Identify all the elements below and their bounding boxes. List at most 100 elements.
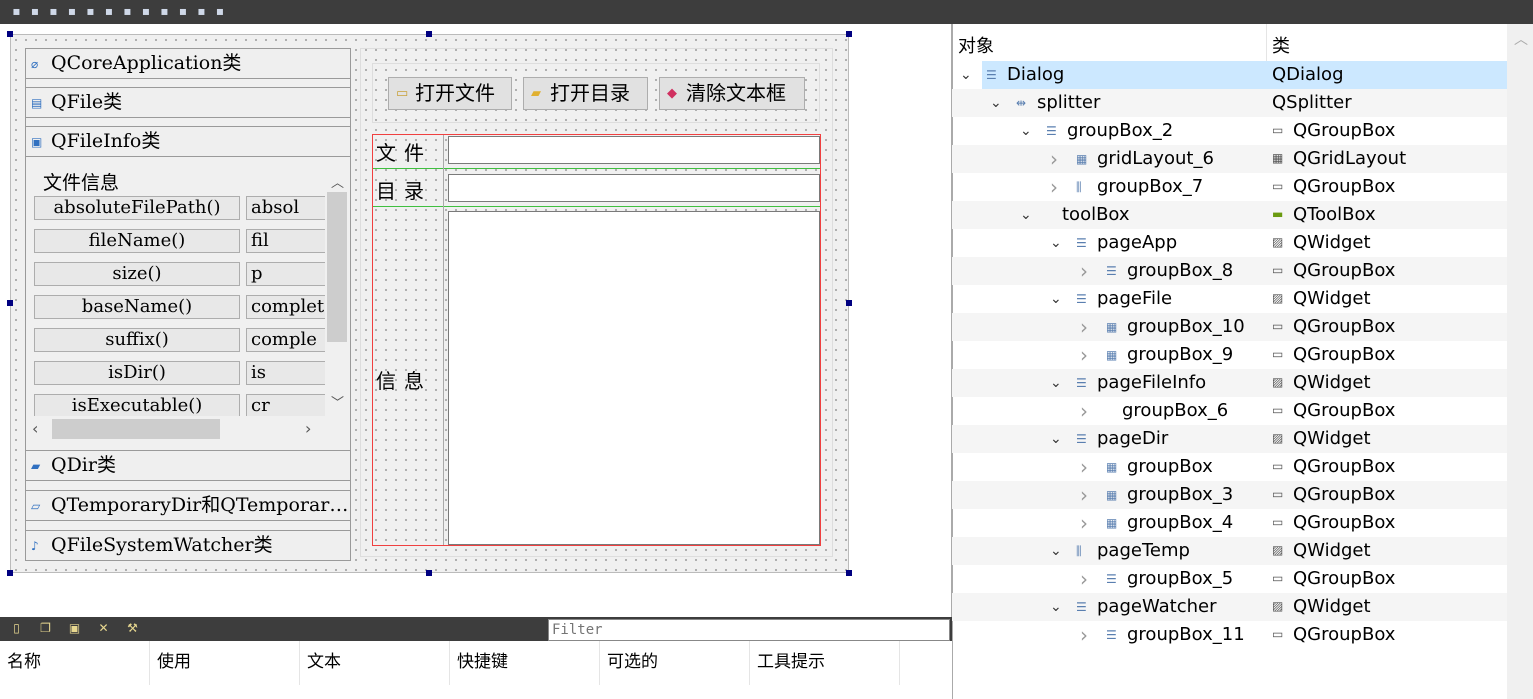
tree-item-groupBox_4[interactable]: › ▦ groupBox_4 ▭ QGroupBox — [952, 509, 1507, 537]
toolbox-page-tab[interactable]: ▤ QFile类 — [25, 87, 351, 118]
action-column-header[interactable]: 名称 — [0, 641, 150, 685]
tree-item-groupBox_2[interactable]: ⌄ ☰ groupBox_2 ▭ QGroupBox — [952, 117, 1507, 145]
tree-item-groupBox_6[interactable]: › groupBox_6 ▭ QGroupBox — [952, 397, 1507, 425]
scroll-thumb[interactable] — [52, 419, 220, 439]
file-info-function-button[interactable]: isDir() — [34, 361, 240, 385]
chevron-down-icon[interactable]: ⌄ — [1050, 593, 1062, 621]
vertical-scrollbar[interactable]: ︿ ﹀ — [325, 170, 349, 415]
file-info-function-button[interactable]: fil — [246, 229, 325, 253]
header-class[interactable]: 类 — [1272, 32, 1290, 58]
chevron-right-icon[interactable]: › — [1080, 453, 1088, 481]
action-column-header[interactable]: 可选的 — [600, 641, 750, 685]
scroll-up-icon[interactable]: ︿ — [1514, 29, 1528, 49]
chevron-right-icon[interactable]: › — [1080, 621, 1088, 649]
file-info-function-button[interactable]: suffix() — [34, 328, 240, 352]
file-info-function-button[interactable]: is — [246, 361, 325, 385]
chevron-right-icon[interactable]: › — [1080, 257, 1088, 285]
toolbox-page-tab[interactable]: ♪ QFileSystemWatcher类 — [25, 530, 351, 561]
tree-item-pageDir[interactable]: ⌄ ☰ pageDir ▨ QWidget — [952, 425, 1507, 453]
resize-handle[interactable] — [426, 31, 432, 37]
toolbox-page-tab[interactable]: ▰ QDir类 — [25, 450, 351, 481]
open-file-button[interactable]: ▭ 打开文件 — [388, 77, 512, 110]
chevron-right-icon[interactable]: › — [1080, 509, 1088, 537]
file-info-function-button[interactable]: p — [246, 262, 325, 286]
chevron-down-icon[interactable]: ⌄ — [1050, 537, 1062, 565]
new-action-icon[interactable]: ▯ — [9, 621, 24, 636]
filter-input[interactable] — [548, 619, 950, 641]
chevron-down-icon[interactable]: ⌄ — [990, 89, 1002, 117]
file-info-function-button[interactable]: absol — [246, 196, 325, 220]
resize-handle[interactable] — [7, 31, 13, 37]
copy-action-icon[interactable]: ❐ — [38, 621, 53, 636]
delete-action-icon[interactable]: ✕ — [96, 621, 111, 636]
scroll-left-icon[interactable]: ‹ — [32, 419, 38, 438]
header-object[interactable]: 对象 — [958, 32, 994, 58]
adjust-size-icon[interactable]: ▪ — [213, 4, 228, 19]
file-info-function-button[interactable]: baseName() — [34, 295, 240, 319]
chevron-right-icon[interactable]: › — [1080, 565, 1088, 593]
file-info-function-button[interactable]: size() — [34, 262, 240, 286]
tree-item-groupBox_8[interactable]: › ☰ groupBox_8 ▭ QGroupBox — [952, 257, 1507, 285]
chevron-right-icon[interactable]: › — [1050, 145, 1058, 173]
chevron-right-icon[interactable]: › — [1080, 341, 1088, 369]
toolbox-page-tab[interactable]: ⌀ QCoreApplication类 — [25, 48, 351, 79]
tree-item-splitter[interactable]: ⌄ ⇹ splitter QSplitter — [952, 89, 1507, 117]
action-column-header[interactable]: 工具提示 — [750, 641, 900, 685]
break-layout-icon[interactable]: ▪ — [194, 4, 209, 19]
tree-item-groupBox_3[interactable]: › ▦ groupBox_3 ▭ QGroupBox — [952, 481, 1507, 509]
file-info-function-button[interactable]: fileName() — [34, 229, 240, 253]
layout-vertical-icon[interactable]: ▪ — [102, 4, 117, 19]
tree-item-groupBox[interactable]: › ▦ groupBox ▭ QGroupBox — [952, 453, 1507, 481]
layout-grid-icon[interactable]: ▪ — [176, 4, 191, 19]
chevron-down-icon[interactable]: ⌄ — [1020, 201, 1032, 229]
action-column-header[interactable]: 快捷键 — [450, 641, 600, 685]
edit-widgets-icon[interactable]: ▪ — [9, 4, 24, 19]
tree-item-toolBox[interactable]: ⌄ toolBox ▬ QToolBox — [952, 201, 1507, 229]
chevron-right-icon[interactable]: › — [1080, 481, 1088, 509]
edit-tab-order-icon[interactable]: ▪ — [65, 4, 80, 19]
info-textedit[interactable] — [448, 211, 820, 545]
file-info-function-button[interactable]: complet — [246, 295, 325, 319]
tree-item-groupBox_9[interactable]: › ▦ groupBox_9 ▭ QGroupBox — [952, 341, 1507, 369]
horizontal-scrollbar[interactable]: ‹ › — [28, 417, 325, 441]
resize-handle[interactable] — [426, 570, 432, 576]
paste-action-icon[interactable]: ▣ — [67, 621, 82, 636]
tree-item-gridLayout_6[interactable]: › ▦ gridLayout_6 ▦ QGridLayout — [952, 145, 1507, 173]
toolbox-page-tab[interactable]: ▣ QFileInfo类 — [25, 126, 351, 157]
resize-handle[interactable] — [7, 570, 13, 576]
edit-buddies-icon[interactable]: ▪ — [46, 4, 61, 19]
splitter-horizontal-icon[interactable]: ▪ — [120, 4, 135, 19]
inspector-scrollbar[interactable]: ︿ — [1507, 24, 1533, 699]
chevron-down-icon[interactable]: ⌄ — [1050, 229, 1062, 257]
tree-item-pageApp[interactable]: ⌄ ☰ pageApp ▨ QWidget — [952, 229, 1507, 257]
tree-item-pageTemp[interactable]: ⌄ ⫼ pageTemp ▨ QWidget — [952, 537, 1507, 565]
chevron-down-icon[interactable]: ⌄ — [960, 61, 972, 89]
layout-horizontal-icon[interactable]: ▪ — [83, 4, 98, 19]
scroll-down-icon[interactable]: ﹀ — [331, 392, 344, 411]
action-column-header[interactable]: 文本 — [300, 641, 450, 685]
resize-handle[interactable] — [7, 300, 13, 306]
tree-item-groupBox_7[interactable]: › ⫼ groupBox_7 ▭ QGroupBox — [952, 173, 1507, 201]
dir-input[interactable] — [448, 174, 820, 202]
tree-item-Dialog[interactable]: ⌄ ☰ Dialog QDialog — [952, 61, 1507, 89]
tree-item-groupBox_5[interactable]: › ☰ groupBox_5 ▭ QGroupBox — [952, 565, 1507, 593]
chevron-down-icon[interactable]: ⌄ — [1050, 369, 1062, 397]
file-info-function-button[interactable]: comple — [246, 328, 325, 352]
chevron-right-icon[interactable]: › — [1080, 397, 1088, 425]
chevron-down-icon[interactable]: ⌄ — [1050, 285, 1062, 313]
file-input[interactable] — [448, 136, 820, 164]
chevron-down-icon[interactable]: ⌄ — [1050, 425, 1062, 453]
action-column-header[interactable]: 使用 — [150, 641, 300, 685]
configure-icon[interactable]: ⚒ — [125, 621, 140, 636]
tree-item-pageFile[interactable]: ⌄ ☰ pageFile ▨ QWidget — [952, 285, 1507, 313]
chevron-down-icon[interactable]: ⌄ — [1020, 117, 1032, 145]
file-info-function-button[interactable]: cr — [246, 394, 325, 416]
edit-signals-icon[interactable]: ▪ — [28, 4, 43, 19]
chevron-right-icon[interactable]: › — [1050, 173, 1058, 201]
open-dir-button[interactable]: ▰ 打开目录 — [523, 77, 648, 110]
splitter-vertical-icon[interactable]: ▪ — [139, 4, 154, 19]
layout-form-icon[interactable]: ▪ — [157, 4, 172, 19]
file-info-function-button[interactable]: isExecutable() — [34, 394, 240, 416]
scroll-thumb[interactable] — [327, 192, 347, 342]
tree-item-groupBox_10[interactable]: › ▦ groupBox_10 ▭ QGroupBox — [952, 313, 1507, 341]
